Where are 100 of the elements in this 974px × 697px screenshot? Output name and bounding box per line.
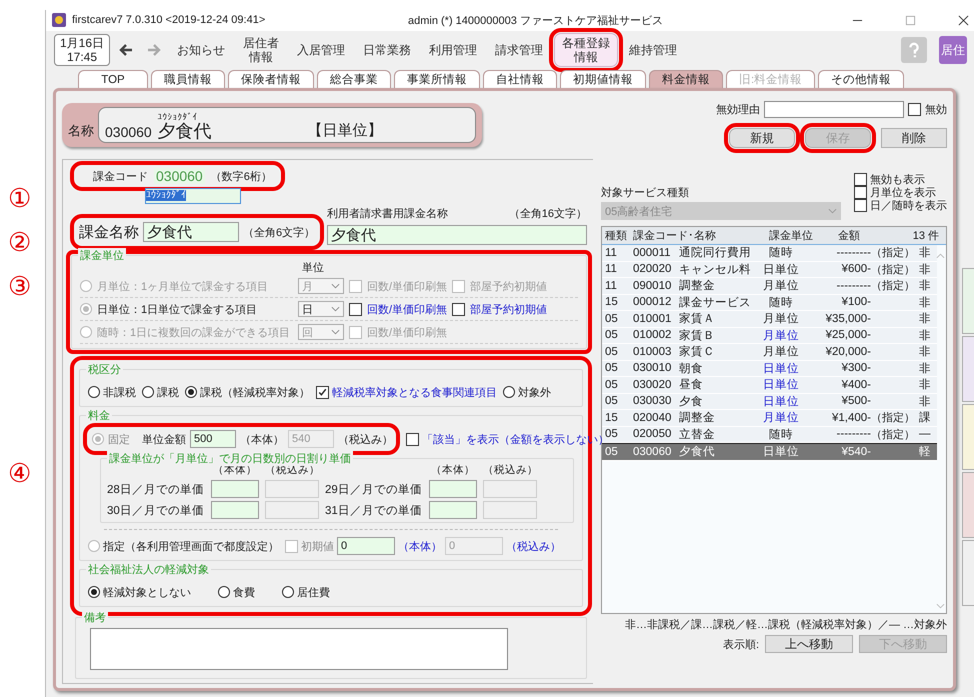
radio-button[interactable] (88, 386, 100, 398)
list-row[interactable]: 05 030030 夕食 日単位 ¥500- 非 (602, 394, 937, 410)
list-row[interactable]: 05 010002 家賃Ｂ 月単位 ¥25,000- 非 (602, 328, 937, 344)
side-tab[interactable] (962, 404, 974, 470)
price-field (265, 480, 319, 498)
option-label: 軽減対象としない (103, 586, 191, 600)
checkbox[interactable] (854, 199, 867, 212)
checkbox[interactable] (854, 173, 867, 186)
price-field[interactable] (211, 501, 259, 519)
list-row[interactable]: 15 020040 調整金 月単位 ¥1,400-（指定） 課 (602, 410, 937, 426)
table-cell-text: --------- (836, 280, 871, 292)
initial-body-field[interactable]: 0 (337, 537, 395, 555)
side-tab[interactable] (962, 336, 974, 402)
list-row[interactable]: 11 090010 調整金 月単位 ---------（指定） 非 (602, 278, 937, 294)
charge-name-field[interactable]: 夕食代 (143, 222, 239, 242)
room-option-label: 部屋予約初期値 (470, 302, 548, 316)
close-icon[interactable] (958, 14, 969, 26)
action-button[interactable]: 削除 (881, 128, 947, 148)
menu-button[interactable]: 請求管理 (488, 41, 550, 60)
price-field[interactable] (429, 501, 477, 519)
menu-button[interactable]: お知らせ (170, 41, 232, 60)
table-cell-text: 通院同行費用 (679, 246, 752, 260)
radio-button[interactable] (185, 386, 197, 398)
price-field[interactable] (211, 480, 259, 498)
tab[interactable]: 職員情報 (151, 70, 225, 88)
row-label: 28日／月での単価 (107, 482, 205, 496)
menu-button[interactable]: 居住者 情報 (236, 34, 286, 66)
unit-dropdown[interactable]: 日 (298, 301, 344, 317)
help-button[interactable] (901, 37, 927, 64)
side-tab[interactable] (962, 472, 974, 538)
list-row[interactable]: 11 000011 通院同行費用 随時 ---------（指定） 非 (602, 245, 937, 262)
kana-field[interactable]: ﾕｳｼｮｸﾀﾞｲ (145, 188, 241, 204)
checkbox[interactable] (854, 186, 867, 199)
menu-button[interactable]: 日常業務 (356, 41, 418, 60)
list-row[interactable]: 05 010001 家賃Ａ 月単位 ¥35,000- 非 (602, 311, 937, 328)
menu-button[interactable]: 利用管理 (422, 41, 484, 60)
checkbox[interactable] (452, 302, 466, 316)
radio-button[interactable] (218, 586, 230, 598)
radio-button[interactable] (88, 586, 100, 598)
menu-button[interactable]: 維持管理 (622, 41, 684, 60)
move-button[interactable]: 上へ移動 (765, 635, 853, 653)
radio-button[interactable] (282, 586, 294, 598)
menu-button[interactable]: 入居管理 (290, 41, 352, 60)
remarks-field[interactable] (90, 628, 508, 670)
unit-price-field[interactable]: 500 (190, 430, 236, 448)
list-row[interactable]: 11 020020 キャンセル料 日単位 ¥600-（指定） 非 (602, 262, 937, 278)
radio-button[interactable] (88, 540, 100, 552)
table-cell-text: 随時 (768, 296, 794, 310)
list-row[interactable]: 05 030010 朝食 日単位 ¥300- 非 (602, 360, 937, 377)
list-row[interactable]: 05 030020 昼食 日単位 ¥400- 非 (602, 377, 937, 394)
radio-button[interactable] (503, 386, 515, 398)
maximize-icon[interactable] (905, 14, 916, 26)
checkbox[interactable] (406, 432, 419, 446)
filter-label: 日／随時を表示 (870, 199, 947, 213)
table-cell-text: 調整金 (679, 410, 716, 426)
list-row[interactable]: 15 000012 課金サービス 随時 ¥100- 非 (602, 294, 937, 311)
table-cell-text: ¥100- (840, 296, 871, 308)
list-row[interactable]: 05 010003 家賃Ｃ 月単位 ¥20,000- 非 (602, 344, 937, 360)
checkbox[interactable] (316, 386, 329, 398)
tab[interactable]: 初期値情報 (560, 70, 646, 88)
tab[interactable]: 保険者情報 (228, 70, 314, 88)
table-cell-text: 020040 (633, 412, 672, 424)
radio-button[interactable] (80, 303, 92, 315)
tab[interactable]: 事業所情報 (394, 70, 480, 88)
side-tab[interactable] (962, 268, 974, 334)
checkbox[interactable] (285, 540, 298, 552)
back-icon[interactable] (119, 44, 134, 56)
invalid-reason-field[interactable] (764, 101, 904, 118)
tab[interactable]: 料金情報 (649, 70, 723, 88)
group-title: 料金 (86, 408, 112, 423)
table-cell-text: 15 (604, 296, 619, 308)
radio-button[interactable] (142, 386, 154, 398)
group-title: 課金単位 (78, 248, 126, 263)
tab[interactable]: TOP (78, 70, 148, 88)
tab[interactable]: 自社情報 (483, 70, 557, 88)
table-cell-text: 随時 (768, 246, 794, 260)
service-type-label: 対象サービス種類 (601, 186, 690, 200)
table-cell: （指定） (871, 264, 915, 276)
scroll-down-icon[interactable] (936, 603, 945, 609)
invoice-name-field[interactable]: 夕食代 (327, 225, 587, 245)
table-cell-text: --------- (836, 246, 871, 259)
forward-icon[interactable] (147, 44, 162, 56)
checkbox[interactable] (349, 302, 362, 316)
side-tab[interactable] (962, 540, 974, 606)
code-hint: （数字6桁） (210, 170, 272, 184)
radio-button[interactable] (92, 433, 104, 445)
resident-button[interactable]: 居住 (939, 36, 967, 64)
annotation-number: ① (8, 185, 32, 211)
list-row[interactable]: 05 020050 立替金 随時 ---------（指定） ― (602, 426, 937, 443)
fixed-label: 固定 (108, 432, 130, 446)
price-field (483, 480, 537, 498)
invalid-checkbox[interactable] (908, 103, 921, 116)
table-cell-text: ¥400- (840, 378, 871, 391)
price-field[interactable] (429, 480, 477, 498)
tab[interactable]: その他情報 (818, 70, 904, 88)
chevron-icon (331, 329, 340, 335)
table-cell-text: 05 (604, 346, 619, 358)
scroll-up-icon[interactable] (936, 253, 945, 259)
tab[interactable]: 総合事業 (317, 70, 391, 88)
list-row[interactable]: 05 030060 夕食代 日単位 ¥540- 軽 (602, 443, 937, 460)
